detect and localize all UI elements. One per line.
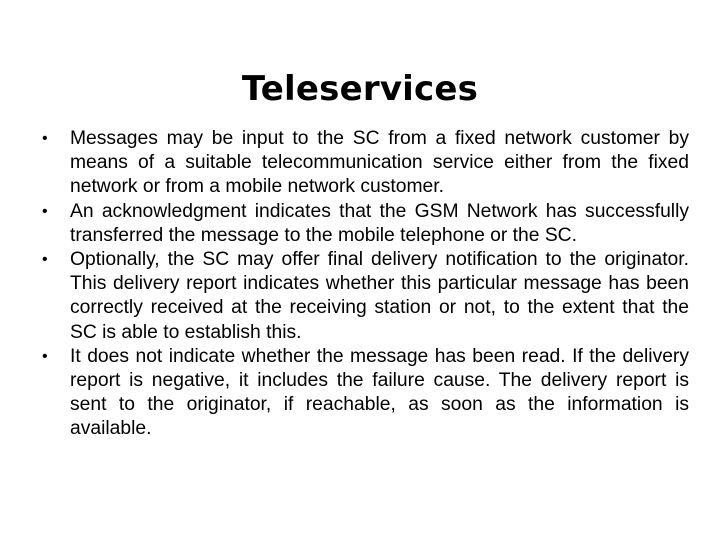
slide-title: Teleservices (241, 68, 479, 109)
bullet-item: • It does not indicate whether the messa… (36, 345, 689, 442)
bullet-text: It does not indicate whether the message… (70, 345, 689, 440)
bullet-text: Optionally, the SC may offer final deliv… (70, 249, 689, 343)
bullet-list: • Messages may be input to the SC from a… (36, 127, 689, 442)
bullet-text: Messages may be input to the SC from a f… (70, 128, 689, 198)
bullet-icon: • (42, 130, 48, 147)
bullet-item: • Messages may be input to the SC from a… (36, 127, 689, 200)
bullet-item: • An acknowledgment indicates that the G… (36, 200, 689, 248)
bullet-icon: • (42, 251, 48, 269)
bullet-item: • Optionally, the SC may offer final del… (36, 248, 689, 345)
bullet-icon: • (42, 347, 48, 365)
bullet-icon: • (42, 202, 48, 220)
bullet-text: An acknowledgment indicates that the GSM… (70, 200, 689, 246)
